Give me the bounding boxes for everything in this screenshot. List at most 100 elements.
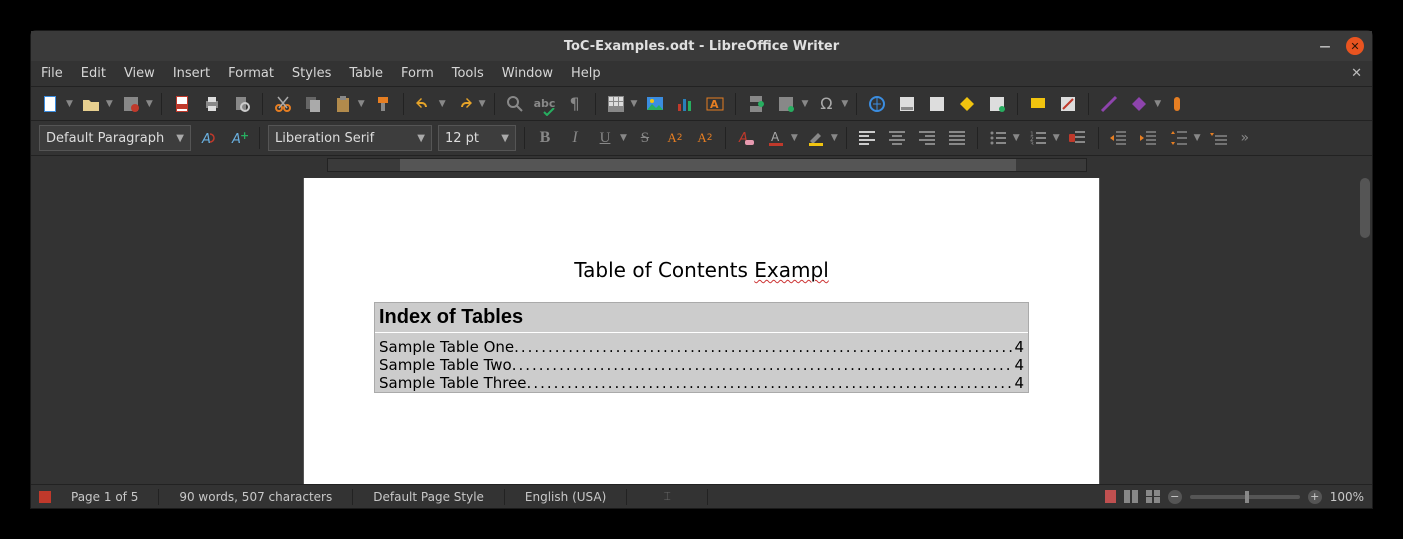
insert-footnote-button[interactable] — [895, 92, 919, 116]
font-color-dropdown[interactable]: ▼ — [791, 133, 798, 143]
new-style-button[interactable]: A+ — [227, 126, 251, 150]
clear-formatting-button[interactable]: A — [734, 126, 758, 150]
menu-help[interactable]: Help — [571, 66, 601, 81]
redo-button[interactable] — [452, 92, 476, 116]
ordered-list-button[interactable]: 123 — [1026, 126, 1050, 150]
insert-field-button[interactable] — [774, 92, 798, 116]
unordered-list-button[interactable] — [986, 126, 1010, 150]
insert-page-break-button[interactable] — [744, 92, 768, 116]
toc-entry[interactable]: Sample Table One .......................… — [375, 338, 1028, 356]
insert-table-button[interactable] — [604, 92, 628, 116]
track-changes-button[interactable] — [1026, 92, 1050, 116]
spellcheck-button[interactable]: abc — [533, 92, 557, 116]
highlight-dropdown[interactable]: ▼ — [831, 133, 838, 143]
zoom-in-button[interactable]: + — [1308, 490, 1322, 504]
menu-window[interactable]: Window — [502, 66, 553, 81]
insert-image-button[interactable] — [643, 92, 667, 116]
insert-special-char-dropdown[interactable]: ▼ — [841, 99, 848, 109]
open-button[interactable] — [79, 92, 103, 116]
toolbar-overflow-button[interactable]: » — [1237, 130, 1254, 146]
line-spacing-button[interactable] — [1167, 126, 1191, 150]
paste-dropdown[interactable]: ▼ — [358, 99, 365, 109]
copy-button[interactable] — [301, 92, 325, 116]
cut-button[interactable] — [271, 92, 295, 116]
superscript-button[interactable]: A2 — [663, 126, 687, 150]
view-multi-page-button[interactable] — [1124, 490, 1138, 503]
page[interactable]: Table of Contents Exampl Index of Tables… — [304, 178, 1099, 484]
insert-mode[interactable]: ⌶ — [647, 489, 687, 504]
minimize-button[interactable]: — — [1316, 37, 1334, 55]
view-book-button[interactable] — [1146, 490, 1160, 503]
document-title[interactable]: Table of Contents Exampl — [374, 258, 1029, 282]
draw-line-button[interactable] — [1097, 92, 1121, 116]
paragraph-style-combo[interactable]: Default Paragraph Style ▼ — [39, 125, 191, 151]
ordered-list-dropdown[interactable]: ▼ — [1053, 133, 1060, 143]
menu-tools[interactable]: Tools — [452, 66, 484, 81]
align-justify-button[interactable] — [945, 126, 969, 150]
underline-button[interactable]: U — [593, 126, 617, 150]
highlight-button[interactable] — [804, 126, 828, 150]
bold-button[interactable]: B — [533, 126, 557, 150]
document-area[interactable]: Table of Contents Exampl Index of Tables… — [45, 178, 1358, 484]
insert-textbox-button[interactable]: A — [703, 92, 727, 116]
font-size-combo[interactable]: 12 pt ▼ — [438, 125, 516, 151]
menu-table[interactable]: Table — [349, 66, 383, 81]
language[interactable]: English (USA) — [525, 490, 606, 504]
undo-button[interactable] — [412, 92, 436, 116]
insert-table-dropdown[interactable]: ▼ — [631, 99, 638, 109]
find-replace-button[interactable] — [503, 92, 527, 116]
toc-entry[interactable]: Sample Table Three .....................… — [375, 374, 1028, 392]
align-right-button[interactable] — [915, 126, 939, 150]
toc-entry[interactable]: Sample Table Two .......................… — [375, 356, 1028, 374]
decrease-indent-button[interactable] — [1137, 126, 1161, 150]
print-preview-button[interactable] — [230, 92, 254, 116]
insert-cross-reference-button[interactable] — [955, 92, 979, 116]
subscript-button[interactable]: A2 — [693, 126, 717, 150]
save-status-icon[interactable] — [39, 491, 51, 503]
menu-styles[interactable]: Styles — [292, 66, 331, 81]
no-list-button[interactable] — [1066, 126, 1090, 150]
close-document-button[interactable]: ✕ — [1351, 66, 1362, 81]
page-style[interactable]: Default Page Style — [373, 490, 484, 504]
insert-line-button[interactable] — [1056, 92, 1080, 116]
insert-hyperlink-button[interactable] — [865, 92, 889, 116]
insert-chart-button[interactable] — [673, 92, 697, 116]
page-indicator[interactable]: Page 1 of 5 — [71, 490, 138, 504]
basic-shapes-dropdown[interactable]: ▼ — [1154, 99, 1161, 109]
redo-dropdown[interactable]: ▼ — [479, 99, 486, 109]
zoom-slider[interactable] — [1190, 495, 1300, 499]
unordered-list-dropdown[interactable]: ▼ — [1013, 133, 1020, 143]
increase-paragraph-spacing-button[interactable] — [1207, 126, 1231, 150]
horizontal-ruler[interactable] — [65, 156, 1358, 174]
save-button[interactable] — [119, 92, 143, 116]
menu-edit[interactable]: Edit — [81, 66, 106, 81]
basic-shapes-button[interactable] — [1127, 92, 1151, 116]
menu-format[interactable]: Format — [228, 66, 274, 81]
menu-form[interactable]: Form — [401, 66, 434, 81]
close-button[interactable]: ✕ — [1346, 37, 1364, 55]
menu-insert[interactable]: Insert — [173, 66, 210, 81]
italic-button[interactable]: I — [563, 126, 587, 150]
export-pdf-button[interactable] — [170, 92, 194, 116]
zoom-value[interactable]: 100% — [1330, 490, 1364, 504]
update-style-button[interactable]: A — [197, 126, 221, 150]
align-center-button[interactable] — [885, 126, 909, 150]
menu-view[interactable]: View — [124, 66, 155, 81]
font-name-combo[interactable]: Liberation Serif ▼ — [268, 125, 432, 151]
new-doc-button[interactable] — [39, 92, 63, 116]
insert-comment-button[interactable] — [985, 92, 1009, 116]
underline-dropdown[interactable]: ▼ — [620, 133, 627, 143]
line-spacing-dropdown[interactable]: ▼ — [1194, 133, 1201, 143]
index-of-tables[interactable]: Index of Tables Sample Table One .......… — [374, 302, 1029, 393]
paste-button[interactable] — [331, 92, 355, 116]
word-count[interactable]: 90 words, 507 characters — [179, 490, 332, 504]
zoom-out-button[interactable]: − — [1168, 490, 1182, 504]
increase-indent-button[interactable] — [1107, 126, 1131, 150]
undo-dropdown[interactable]: ▼ — [439, 99, 446, 109]
formatting-marks-button[interactable]: ¶ — [563, 92, 587, 116]
insert-field-dropdown[interactable]: ▼ — [801, 99, 808, 109]
insert-special-char-button[interactable]: Ω — [814, 92, 838, 116]
view-single-page-button[interactable] — [1105, 490, 1116, 503]
align-left-button[interactable] — [855, 126, 879, 150]
menu-file[interactable]: File — [41, 66, 63, 81]
